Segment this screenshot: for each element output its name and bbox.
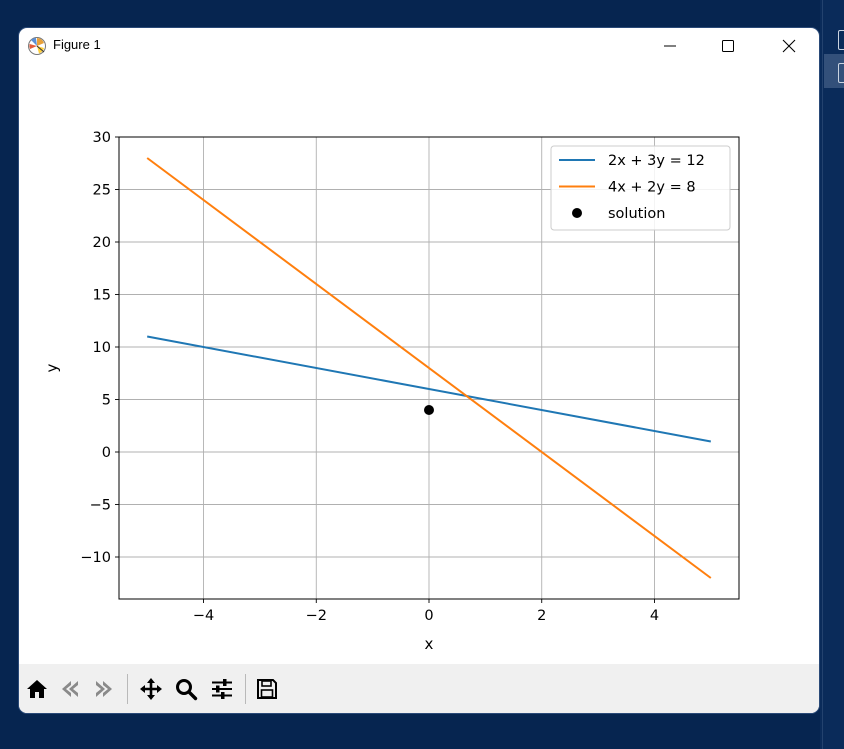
home-icon bbox=[27, 680, 47, 698]
toolbar-separator bbox=[127, 674, 128, 704]
line-chart[interactable]: −4 −2 0 2 4 −10 −5 0 5 10 15 20 25 30 x y 2x + 3y = 1… bbox=[19, 64, 819, 664]
x-tick-label: −4 bbox=[193, 608, 214, 624]
y-tick-label: 5 bbox=[102, 393, 111, 409]
toolbar-separator bbox=[245, 674, 246, 704]
checkbox-icon bbox=[838, 63, 844, 83]
close-button[interactable] bbox=[766, 28, 812, 64]
figure-canvas[interactable]: −4 −2 0 2 4 −10 −5 0 5 10 15 20 25 30 x y 2x + 3y = 1… bbox=[19, 64, 819, 664]
configure-subplots-button[interactable] bbox=[207, 674, 237, 704]
x-tick-label: 4 bbox=[650, 608, 659, 624]
legend-label: 2x + 3y = 12 bbox=[608, 153, 705, 169]
zoom-button[interactable] bbox=[171, 674, 201, 704]
divider bbox=[822, 0, 823, 749]
x-tick-label: 0 bbox=[424, 608, 433, 624]
title-bar[interactable]: Figure 1 bbox=[19, 28, 819, 64]
background-window-strip bbox=[820, 0, 844, 749]
forward-arrow-icon bbox=[96, 681, 112, 697]
y-tick-label: 15 bbox=[93, 288, 111, 304]
close-icon bbox=[782, 39, 796, 53]
solution-point bbox=[424, 405, 434, 415]
save-button[interactable] bbox=[252, 674, 282, 704]
magnifier-icon bbox=[176, 679, 198, 701]
window-title: Figure 1 bbox=[53, 37, 101, 52]
maximize-button[interactable] bbox=[705, 28, 751, 64]
y-axis-label: y bbox=[43, 363, 61, 372]
maximize-icon bbox=[722, 40, 734, 52]
back-arrow-icon bbox=[62, 681, 78, 697]
y-tick-label: 30 bbox=[93, 130, 111, 146]
y-tick-label: −10 bbox=[80, 550, 111, 566]
sliders-icon bbox=[212, 679, 232, 699]
matplotlib-app-icon bbox=[28, 37, 46, 55]
legend-label: 4x + 2y = 8 bbox=[608, 180, 696, 196]
legend[interactable]: 2x + 3y = 12 4x + 2y = 8 solution bbox=[550, 145, 731, 231]
home-button[interactable] bbox=[22, 674, 52, 704]
y-tick-label: 20 bbox=[93, 235, 111, 251]
x-axis-label: x bbox=[425, 635, 434, 653]
legend-label: solution bbox=[608, 206, 665, 222]
navigation-toolbar bbox=[19, 664, 819, 713]
back-button[interactable] bbox=[55, 674, 85, 704]
move-icon bbox=[140, 678, 162, 700]
checkbox-icon bbox=[838, 30, 844, 50]
y-tick-label: −5 bbox=[90, 498, 111, 514]
figure-window: Figure 1 −4 −2 0 2 4 −10 −5 0 5 10 15 20 25 30 x y 2x… bbox=[19, 28, 819, 713]
legend-swatch-point bbox=[572, 208, 582, 218]
x-tick-label: 2 bbox=[537, 608, 546, 624]
pan-button[interactable] bbox=[136, 674, 166, 704]
floppy-disk-icon bbox=[257, 679, 277, 699]
y-tick-label: 25 bbox=[93, 183, 111, 199]
forward-button[interactable] bbox=[89, 674, 119, 704]
x-tick-label: −2 bbox=[306, 608, 327, 624]
y-tick-label: 0 bbox=[102, 445, 111, 461]
minimize-icon bbox=[664, 45, 676, 47]
y-tick-label: 10 bbox=[93, 340, 111, 356]
minimize-button[interactable] bbox=[647, 28, 693, 64]
